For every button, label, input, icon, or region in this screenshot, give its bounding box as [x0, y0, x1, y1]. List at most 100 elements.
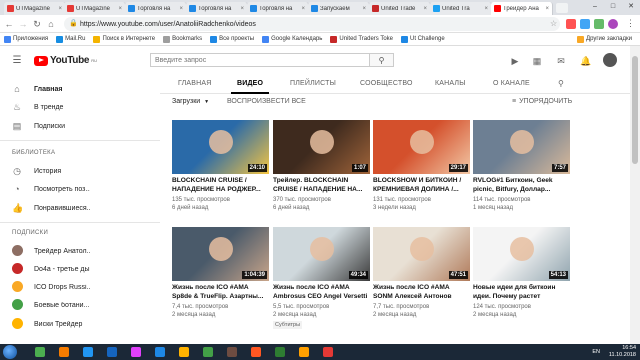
video-card[interactable]: 29:17 BLOCKSHOW И БИТКОИН / КРЕМНИЕВАЯ ДО… [373, 120, 470, 225]
youtube-logo[interactable]: YouTube RU [34, 55, 97, 66]
subscription-item[interactable]: ICO Drops Russi... [0, 278, 160, 296]
back-icon[interactable]: ← [4, 18, 14, 30]
video-card[interactable]: 54:13 Новые идеи для биткоин идеи. Почему… [473, 227, 570, 332]
tab-close-icon[interactable]: × [58, 6, 62, 12]
video-title[interactable]: RVLOG#1 Биткоин, Geek picnic, Bitfury, Д… [473, 177, 568, 194]
upload-video-icon[interactable]: ▶ [510, 56, 520, 66]
account-avatar[interactable] [603, 53, 617, 67]
tab-close-icon[interactable]: × [240, 6, 244, 12]
video-card[interactable]: 24:10 BLOCKCHAIN CRUISE / НАПАДЕНИЕ НА РО… [172, 120, 269, 225]
language-indicator[interactable]: EN [592, 349, 600, 356]
scrollbar-thumb[interactable] [632, 56, 638, 164]
tab-close-icon[interactable]: × [423, 6, 427, 12]
extension-icon[interactable] [594, 19, 604, 29]
bookmark-item[interactable]: Bookmarks [163, 35, 202, 43]
bookmark-item[interactable]: Приложения [4, 35, 48, 43]
hamburger-menu-icon[interactable]: ☰ [12, 56, 22, 66]
minimize-icon[interactable]: – [586, 0, 604, 12]
sidebar-item[interactable]: ⌂ Главная [0, 80, 160, 98]
reload-icon[interactable]: ↻ [32, 18, 42, 30]
video-thumbnail[interactable]: 54:13 [473, 227, 570, 281]
browser-tab[interactable]: Торговля на × [247, 2, 309, 15]
channel-tab[interactable]: КАНАЛЫ [435, 80, 466, 87]
browser-tab[interactable]: UTMagazine × [64, 2, 126, 15]
taskbar-app-button[interactable] [222, 345, 242, 359]
channel-tab[interactable]: ПЛЕЙЛИСТЫ [290, 80, 336, 87]
close-window-icon[interactable]: ✕ [622, 0, 640, 12]
search-button[interactable]: ⚲ [370, 53, 394, 67]
new-tab-button[interactable] [556, 3, 568, 13]
play-all-button[interactable]: ВОСПРОИЗВЕСТИ ВСЕ [227, 98, 306, 105]
notifications-bell-icon[interactable]: 🔔 [580, 56, 591, 66]
video-title[interactable]: BLOCKSHOW И БИТКОИН / КРЕМНИЕВАЯ ДОЛИНА … [373, 177, 468, 194]
browser-tab[interactable]: Торговля на × [186, 2, 248, 15]
extension-icon[interactable] [566, 19, 576, 29]
video-card[interactable]: 1:04:39 Жизнь после ICO #AMA Sp8de & True… [172, 227, 269, 332]
subscription-item[interactable]: Боевые ботани... [0, 296, 160, 314]
browser-tab[interactable]: Торговля на × [125, 2, 187, 15]
clock-date[interactable]: 11.10.2018 [609, 352, 636, 359]
browser-tab[interactable]: UTMagazine × [4, 2, 66, 15]
apps-grid-icon[interactable]: ▦ [532, 56, 542, 66]
browser-tab[interactable]: United Tra × [430, 2, 492, 15]
tab-close-icon[interactable]: × [545, 6, 549, 12]
taskbar-app-button[interactable] [78, 345, 98, 359]
taskbar-app-button[interactable] [246, 345, 266, 359]
subscription-item[interactable]: Трейдер Анатол... [0, 242, 160, 260]
sidebar-item[interactable]: ◔ Посмотреть поз... [0, 180, 160, 198]
taskbar-app-button[interactable] [174, 345, 194, 359]
channel-tab[interactable]: СООБЩЕСТВО [360, 80, 413, 87]
tab-close-icon[interactable]: × [301, 6, 305, 12]
bookmark-item[interactable]: Поиск в Интернете [93, 35, 155, 43]
page-scrollbar[interactable] [630, 46, 640, 344]
bookmark-item[interactable]: Mail.Ru [56, 35, 85, 43]
taskbar-app-button[interactable] [126, 345, 146, 359]
subscription-item[interactable]: Do4a - третье ды... [0, 260, 160, 278]
forward-icon[interactable]: → [18, 18, 28, 30]
search-input[interactable] [155, 56, 369, 64]
bookmark-item[interactable]: Ut Challenge [401, 35, 445, 43]
video-thumbnail[interactable]: 24:10 [172, 120, 269, 174]
video-title[interactable]: Новые идеи для биткоин идеи. Почему раст… [473, 284, 568, 301]
taskbar-app-button[interactable] [294, 345, 314, 359]
clock-time[interactable]: 16:54 [609, 345, 636, 352]
taskbar-app-button[interactable] [198, 345, 218, 359]
sidebar-item[interactable]: 👍 Понравившиеся... [0, 199, 160, 217]
tab-close-icon[interactable]: × [118, 6, 122, 12]
taskbar-app-button[interactable] [318, 345, 338, 359]
channel-tab[interactable]: ВИДЕО [237, 80, 263, 87]
channel-search-icon[interactable]: ⚲ [558, 79, 564, 88]
extension-icon[interactable] [608, 19, 618, 29]
channel-tab[interactable]: ГЛАВНАЯ [178, 80, 212, 87]
video-title[interactable]: Жизнь после ICO #AMA SONM Алексей Антоно… [373, 284, 468, 301]
bookmark-item[interactable]: Все проекты [210, 35, 254, 43]
address-bar[interactable]: 🔒 https://www.youtube.com/user/AnatoliiR… [64, 17, 560, 31]
browser-tab[interactable]: United Trade × [369, 2, 431, 15]
taskbar-app-button[interactable] [30, 345, 50, 359]
sidebar-item[interactable]: ♨ В тренде [0, 98, 160, 116]
video-title[interactable]: BLOCKCHAIN CRUISE / НАПАДЕНИЕ НА РОДЖЕР.… [172, 177, 267, 194]
taskbar-app-button[interactable] [150, 345, 170, 359]
channel-tab[interactable]: О КАНАЛЕ [493, 80, 530, 87]
video-title[interactable]: Трейлер. BLOCKCHAIN CRUISE / НАПАДЕНИЕ Н… [273, 177, 368, 194]
video-title[interactable]: Жизнь после ICO #AMA Sp8de & TrueFlip. А… [172, 284, 267, 301]
bookmark-item[interactable]: United Traders Toke [330, 35, 393, 43]
other-bookmarks[interactable]: Другие закладки [577, 35, 632, 43]
messages-icon[interactable]: ✉ [556, 56, 566, 66]
browser-tab[interactable]: Трейдер Ана × [491, 2, 553, 15]
taskbar-app-button[interactable] [270, 345, 290, 359]
tab-close-icon[interactable]: × [362, 6, 366, 12]
video-thumbnail[interactable]: 47:51 [373, 227, 470, 281]
video-card[interactable]: 1:07 Трейлер. BLOCKCHAIN CRUISE / НАПАДЕН… [273, 120, 370, 225]
subscription-item[interactable]: Виски Трейдер [0, 315, 160, 333]
sidebar-item[interactable]: ◷ История [0, 162, 160, 180]
tab-close-icon[interactable]: × [179, 6, 183, 12]
home-browser-icon[interactable]: ⌂ [46, 18, 56, 30]
start-button[interactable] [3, 345, 17, 359]
bookmark-star-icon[interactable]: ☆ [550, 19, 557, 28]
bookmark-item[interactable]: Google Календарь [262, 35, 322, 43]
video-thumbnail[interactable]: 49:34 [273, 227, 370, 281]
uploads-dropdown[interactable]: Загрузки ▼ [172, 98, 209, 105]
video-thumbnail[interactable]: 1:07 [273, 120, 370, 174]
sidebar-item[interactable]: ▤ Подписки [0, 117, 160, 135]
